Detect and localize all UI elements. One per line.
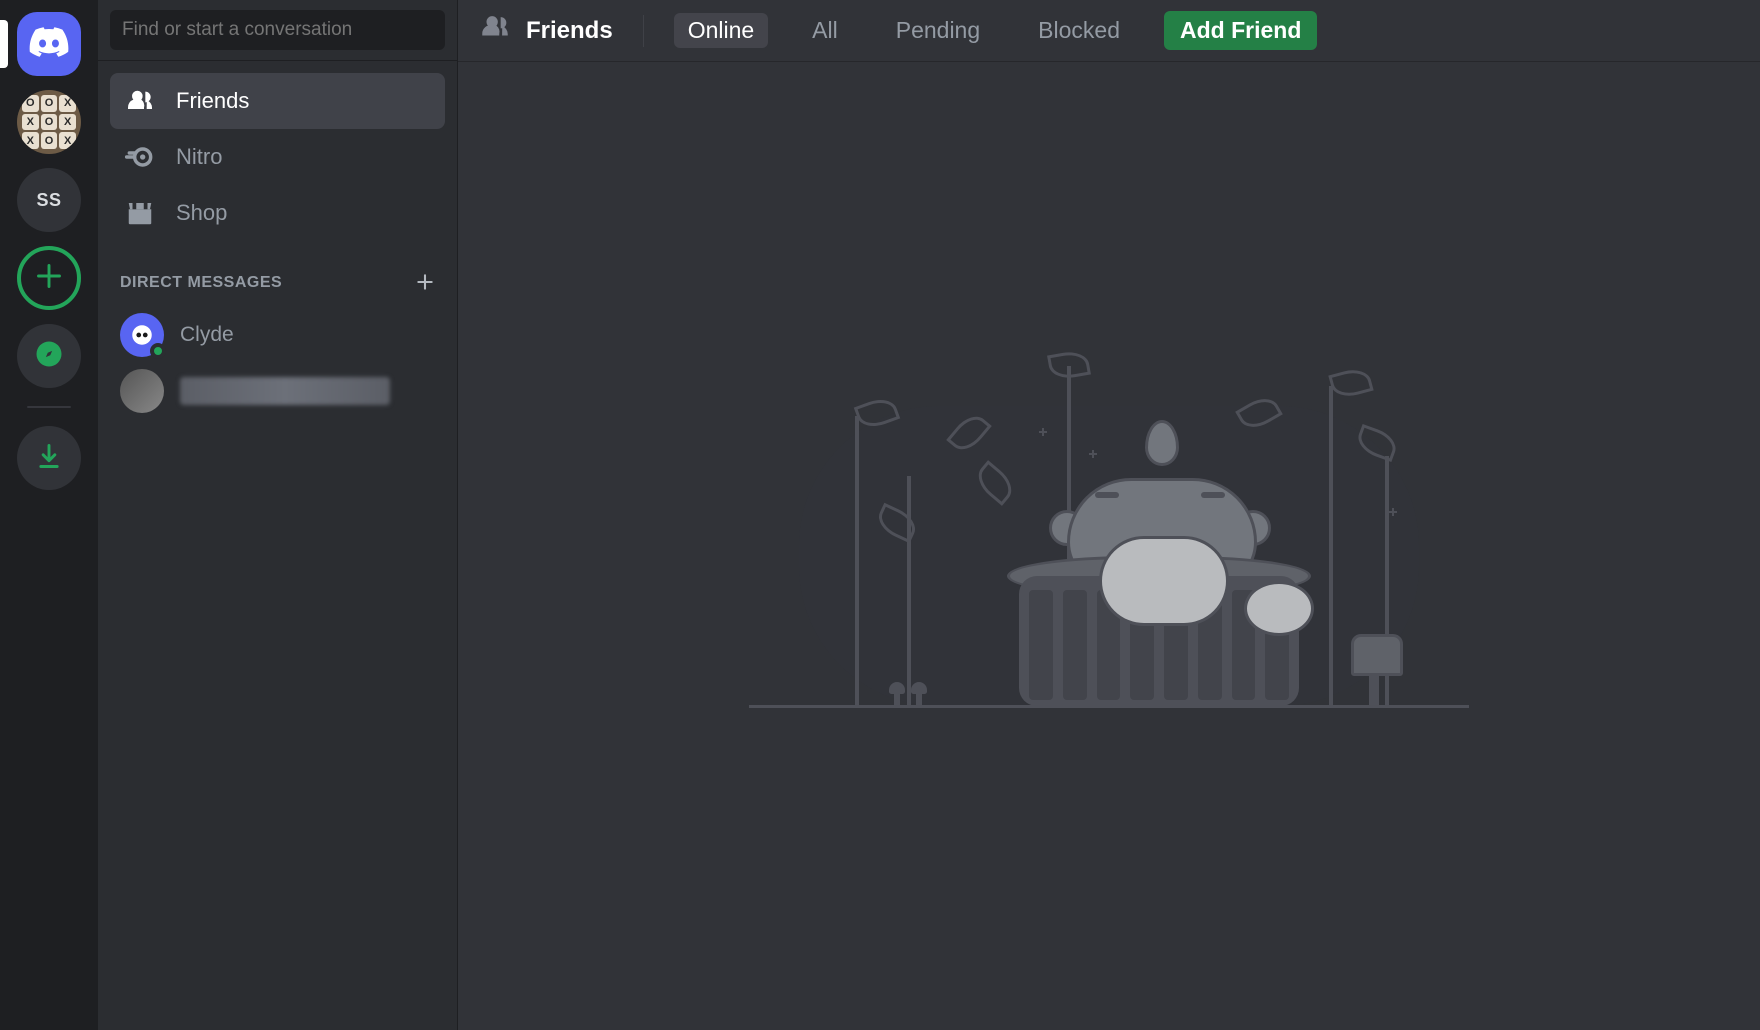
friends-icon (124, 85, 156, 117)
sidebar-item-nitro[interactable]: Nitro (110, 129, 445, 185)
sidebar-item-shop[interactable]: Shop (110, 185, 445, 241)
topbar: Friends Online All Pending Blocked Add F… (458, 0, 1760, 62)
dm-sidebar: Friends Nitro Shop DIRECT MESSAGES (98, 0, 458, 1030)
avatar-clyde (120, 313, 164, 357)
tab-all[interactable]: All (798, 13, 852, 48)
tab-online[interactable]: Online (674, 13, 768, 48)
dm-name: Clyde (180, 323, 234, 347)
add-friend-button[interactable]: Add Friend (1164, 11, 1317, 50)
sidebar-item-label: Nitro (176, 144, 222, 170)
dm-item-clyde[interactable]: Clyde (110, 307, 445, 363)
friends-empty-state (458, 62, 1760, 1030)
server-ss-label: SS (36, 190, 61, 211)
topbar-title: Friends (478, 10, 613, 51)
tab-blocked[interactable]: Blocked (1024, 13, 1134, 48)
plus-icon (35, 260, 63, 296)
discord-logo-icon (29, 27, 69, 62)
sidebar-item-label: Friends (176, 88, 249, 114)
topbar-divider (643, 15, 644, 47)
wumpus-illustration (749, 336, 1469, 756)
server-item-ss[interactable]: SS (17, 168, 81, 232)
download-icon (35, 442, 63, 475)
page-title: Friends (526, 17, 613, 45)
add-server-button[interactable] (17, 246, 81, 310)
server-ttt-icon: OOX XOX XOX (22, 95, 76, 149)
compass-icon (34, 339, 64, 374)
shop-icon (124, 197, 156, 229)
quick-switcher-input[interactable] (110, 10, 445, 50)
download-apps-button[interactable] (17, 426, 81, 490)
dm-section-header: DIRECT MESSAGES (120, 274, 282, 292)
sidebar-item-friends[interactable]: Friends (110, 73, 445, 129)
server-rail: OOX XOX XOX SS (0, 0, 98, 1030)
nitro-icon (124, 141, 156, 173)
online-status-icon (150, 343, 166, 359)
main-panel: Friends Online All Pending Blocked Add F… (458, 0, 1760, 1030)
avatar-redacted (120, 369, 164, 413)
dm-item-redacted[interactable] (110, 363, 445, 419)
rail-divider (27, 406, 71, 408)
create-dm-button[interactable] (415, 269, 435, 297)
sidebar-item-label: Shop (176, 200, 227, 226)
server-item-ttt[interactable]: OOX XOX XOX (17, 90, 81, 154)
tab-pending[interactable]: Pending (882, 13, 994, 48)
friends-icon (478, 10, 512, 51)
search-wrapper (98, 0, 457, 61)
rail-active-pill (0, 20, 8, 68)
home-button[interactable] (17, 12, 81, 76)
explore-servers-button[interactable] (17, 324, 81, 388)
dm-name-redacted (180, 377, 390, 405)
